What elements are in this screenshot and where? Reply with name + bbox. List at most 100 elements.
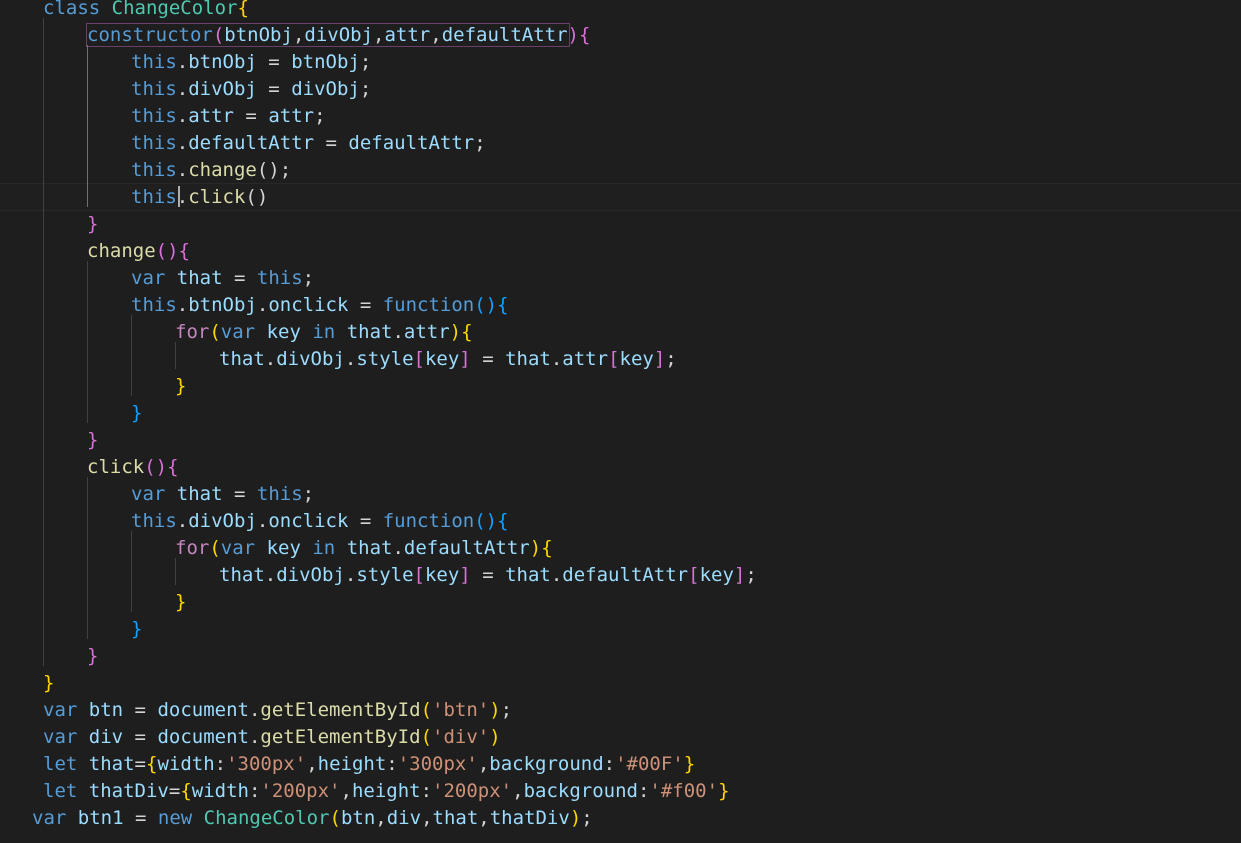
code-line[interactable]: }: [87, 643, 98, 670]
code-token: [: [413, 564, 425, 586]
code-token: (): [245, 186, 269, 208]
code-line[interactable]: click(){: [87, 454, 179, 481]
code-token: var: [43, 699, 78, 721]
code-line[interactable]: for(var key in that.attr){: [175, 319, 473, 346]
code-token: btnObj: [291, 51, 360, 73]
code-token: ;: [314, 105, 326, 127]
code-token: new: [157, 807, 193, 829]
code-token: {: [167, 456, 179, 478]
code-token: =: [314, 132, 349, 154]
code-token: }: [175, 375, 187, 397]
code-token: }: [683, 753, 696, 775]
code-token: attr: [403, 321, 450, 343]
code-token: divObj: [304, 24, 374, 46]
code-token: onclick: [268, 294, 349, 316]
code-token: 'btn': [432, 699, 490, 721]
code-line[interactable]: this.attr = attr;: [131, 103, 326, 130]
code-token: .: [256, 510, 269, 532]
indent-guide: [43, 18, 44, 666]
code-line[interactable]: this.btnObj.onclick = function(){: [131, 292, 509, 319]
code-token: =: [168, 780, 181, 802]
code-line[interactable]: }: [131, 616, 142, 643]
code-token: that: [432, 807, 479, 829]
code-line[interactable]: this.btnObj = btnObj;: [131, 49, 371, 76]
code-line[interactable]: let thatDiv={width:'200px',height:'200px…: [43, 778, 730, 805]
code-line[interactable]: change(){: [87, 238, 190, 265]
code-token: :: [603, 753, 616, 775]
code-line[interactable]: var btn1 = new ChangeColor(btn,div,that,…: [32, 805, 593, 832]
code-token: this: [131, 510, 177, 532]
code-token: .: [176, 132, 189, 154]
code-token: '200px': [260, 780, 341, 802]
code-token: btn: [340, 807, 376, 829]
code-line[interactable]: }: [175, 373, 186, 400]
code-token: click: [188, 186, 246, 208]
code-token: (: [209, 537, 221, 559]
code-line[interactable]: var btn = document.getElementById('btn')…: [43, 697, 512, 724]
indent-guide: [131, 315, 132, 396]
code-token: attr: [188, 105, 234, 127]
code-token: this: [256, 483, 303, 505]
code-token: :: [420, 780, 433, 802]
code-line[interactable]: }: [131, 400, 142, 427]
code-token: attr: [384, 24, 431, 46]
code-token: (): [155, 240, 179, 262]
code-line[interactable]: this.click(): [131, 184, 268, 211]
code-token: ;: [302, 267, 315, 289]
code-token: defaultAttr: [562, 564, 689, 586]
code-token: }: [87, 645, 99, 667]
code-token: that: [346, 321, 393, 343]
code-line[interactable]: this.divObj.onclick = function(){: [131, 508, 509, 535]
code-token: (): [474, 294, 498, 316]
code-token: =: [470, 564, 506, 586]
code-token: var: [131, 483, 166, 505]
code-line[interactable]: }: [87, 427, 98, 454]
code-token: (: [420, 699, 433, 721]
code-line[interactable]: var div = document.getElementById('div'): [43, 724, 501, 751]
code-line[interactable]: }: [43, 670, 54, 697]
code-token: :: [637, 780, 650, 802]
code-token: {: [541, 537, 553, 559]
code-token: that: [219, 348, 265, 370]
code-line[interactable]: this.divObj = divObj;: [131, 76, 371, 103]
code-token: ,: [373, 24, 385, 46]
code-editor[interactable]: class ChangeColor{constructor(btnObj,div…: [0, 0, 1241, 843]
code-token: document: [157, 699, 249, 721]
code-line[interactable]: this.defaultAttr = defaultAttr;: [131, 130, 486, 157]
code-token: ): [567, 24, 579, 46]
code-line[interactable]: var that = this;: [131, 481, 314, 508]
code-token: key: [699, 564, 734, 586]
code-token: .: [248, 699, 261, 721]
code-token: var: [131, 267, 166, 289]
indent-guide: [131, 531, 132, 612]
code-line[interactable]: this.change();: [131, 157, 291, 184]
code-line[interactable]: var that = this;: [131, 265, 314, 292]
code-line[interactable]: for(var key in that.defaultAttr){: [175, 535, 553, 562]
code-line[interactable]: that.divObj.style[key] = that.defaultAtt…: [219, 562, 757, 589]
code-token: {: [497, 294, 509, 316]
code-token: .: [256, 294, 269, 316]
code-token: ,: [430, 24, 442, 46]
code-token: (: [420, 726, 433, 748]
code-line[interactable]: that.divObj.style[key] = that.attr[key];: [219, 346, 677, 373]
code-line[interactable]: constructor(btnObj,divObj,attr,defaultAt…: [87, 22, 590, 49]
code-token: key: [266, 537, 301, 559]
code-token: '#00F': [615, 753, 684, 775]
code-token: ;: [359, 51, 372, 73]
code-token: (: [212, 24, 225, 46]
code-line[interactable]: }: [175, 589, 186, 616]
code-line[interactable]: let that={width:'300px',height:'300px',b…: [43, 751, 695, 778]
code-line[interactable]: }: [87, 211, 98, 238]
code-token: }: [131, 402, 143, 424]
code-token: =: [256, 51, 292, 73]
code-line[interactable]: class ChangeColor{: [43, 0, 249, 22]
code-token: key: [266, 321, 301, 343]
code-token: =: [123, 807, 158, 829]
code-token: {: [178, 240, 190, 262]
code-token: ,: [340, 780, 352, 802]
